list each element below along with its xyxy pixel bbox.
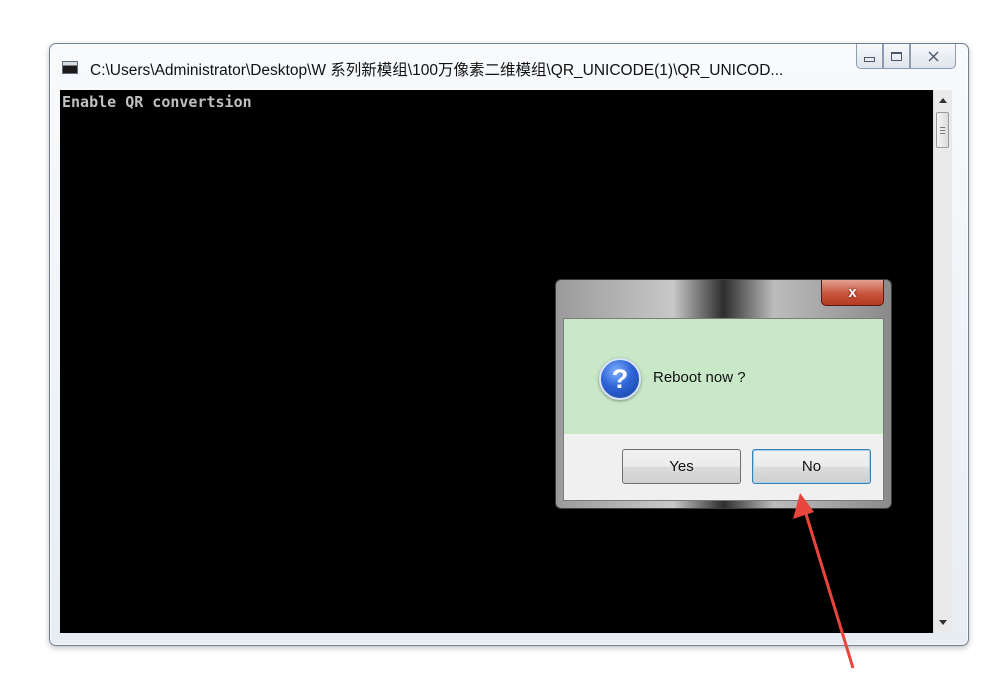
caption-buttons [856, 44, 956, 70]
minimize-button[interactable] [856, 44, 883, 69]
scroll-grip-icon [940, 126, 945, 134]
console-titlebar[interactable]: C:\Users\Administrator\Desktop\W 系列新模组\1… [50, 44, 968, 90]
minimize-icon [864, 56, 875, 62]
maximize-icon [891, 51, 902, 61]
question-icon: ? [599, 358, 641, 400]
console-app-icon[interactable] [62, 61, 78, 74]
window-close-button[interactable] [910, 44, 956, 69]
vertical-scrollbar[interactable] [933, 90, 952, 633]
console-output-line: Enable QR convertsion [62, 93, 252, 111]
dialog-client-area: ? Reboot now ? Yes No [563, 318, 884, 501]
yes-button[interactable]: Yes [622, 449, 741, 484]
scroll-up-arrow-icon[interactable] [934, 92, 952, 109]
dialog-close-button[interactable]: x [821, 280, 884, 306]
dialog-message-panel: ? Reboot now ? [564, 319, 883, 434]
no-button[interactable]: No [752, 449, 871, 484]
scroll-down-arrow-icon[interactable] [934, 614, 952, 631]
window-title: C:\Users\Administrator\Desktop\W 系列新模组\1… [90, 62, 784, 79]
dialog-message: Reboot now ? [653, 369, 746, 386]
close-icon [928, 51, 938, 61]
maximize-button[interactable] [883, 44, 910, 69]
scroll-thumb[interactable] [936, 112, 949, 148]
desktop: C:\Users\Administrator\Desktop\W 系列新模组\1… [0, 0, 992, 688]
reboot-dialog: x ? Reboot now ? Yes No [555, 279, 892, 509]
